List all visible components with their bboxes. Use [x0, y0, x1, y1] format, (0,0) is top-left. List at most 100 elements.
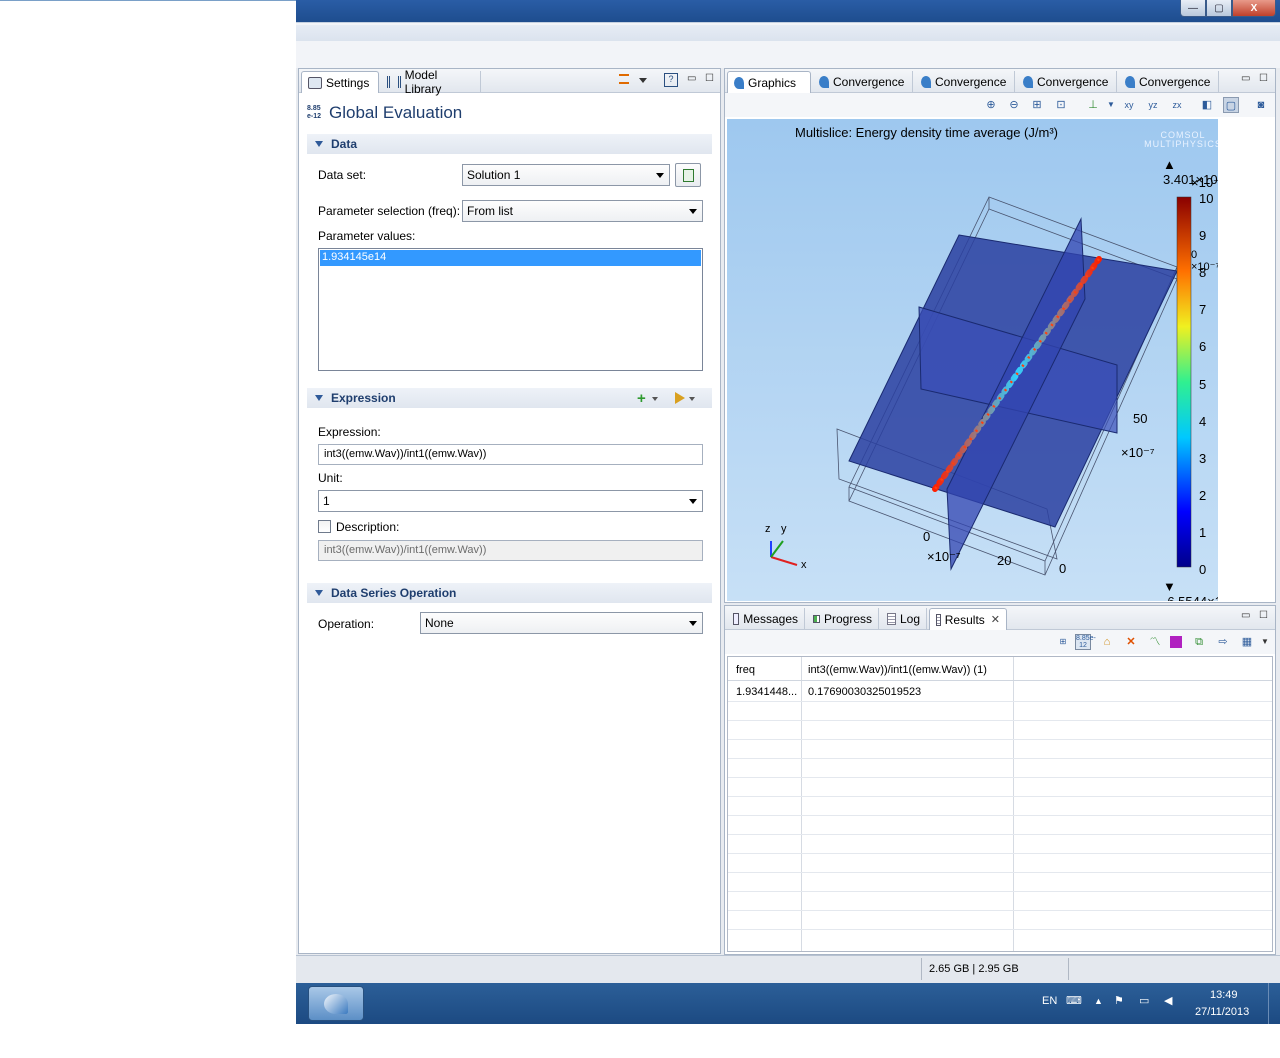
show-hidden-icons[interactable]: ▲: [1094, 996, 1103, 1006]
page-title-row: 8.85 e-12 Global Evaluation: [307, 101, 462, 125]
envelope-icon: [733, 613, 740, 625]
minimize-button[interactable]: —: [1180, 0, 1206, 17]
column-header-expression[interactable]: int3((emw.Wav))/int1((emw.Wav)) (1): [802, 660, 993, 680]
view-xy-icon[interactable]: xy: [1121, 97, 1137, 113]
row-line: [728, 910, 1272, 911]
expression-section-title: Expression: [331, 391, 396, 405]
chevron-down-icon[interactable]: [639, 78, 647, 83]
tab-model-library-label: Model Library: [404, 68, 442, 96]
keyboard-icon[interactable]: ⌨: [1066, 994, 1082, 1007]
triad-x-label: x: [801, 559, 807, 571]
zoom-out-icon[interactable]: ⊖: [1006, 97, 1022, 113]
grid-icon[interactable]: ▦: [1239, 634, 1255, 650]
dataset-select[interactable]: Solution 1: [462, 164, 670, 186]
help-icon[interactable]: ?: [664, 73, 678, 87]
network-icon[interactable]: ▭: [1139, 994, 1149, 1007]
window-title-bar[interactable]: — ▢ X: [296, 0, 1280, 22]
tab-convergence-3[interactable]: Convergence: [1017, 71, 1117, 93]
close-button[interactable]: X: [1232, 0, 1276, 17]
delete-icon[interactable]: ✕: [1123, 634, 1139, 650]
language-indicator[interactable]: EN: [1042, 995, 1057, 1007]
volume-icon[interactable]: ◀: [1164, 994, 1172, 1007]
color-legend-icon[interactable]: [1170, 636, 1182, 648]
tab-model-library[interactable]: Model Library: [381, 68, 481, 96]
chevron-down-icon[interactable]: [689, 397, 695, 401]
graphics-panel: Graphics Convergence Convergence Converg…: [724, 68, 1276, 603]
show-desktop-button[interactable]: [1268, 983, 1280, 1024]
convergence-icon: [819, 76, 829, 88]
tab-convergence-2[interactable]: Convergence: [915, 71, 1015, 93]
chevron-down-icon[interactable]: ▼: [1257, 634, 1273, 650]
chevron-down-icon[interactable]: [652, 397, 658, 401]
plot-canvas[interactable]: Multislice: Energy density time average …: [727, 119, 1218, 601]
maximize-panel-icon[interactable]: ☐: [1259, 73, 1268, 84]
clock-time[interactable]: 13:49: [1210, 989, 1238, 1001]
unit-select[interactable]: 1: [318, 490, 703, 512]
row-line: [728, 701, 1272, 702]
tab-convergence-4[interactable]: Convergence: [1119, 71, 1219, 93]
action-center-flag-icon[interactable]: ⚑: [1114, 994, 1124, 1007]
main-toolbar: [296, 22, 1280, 68]
evaluate-icon[interactable]: 8.85e-12: [1075, 634, 1096, 650]
comsol-taskbar-button[interactable]: [308, 986, 364, 1021]
maximize-panel-icon[interactable]: ☐: [705, 73, 714, 84]
axis-tick-0-right: 0: [1059, 561, 1067, 576]
colorbar-tick: 6: [1199, 339, 1207, 354]
colorbar-tick: 4: [1199, 414, 1207, 429]
row-line: [728, 796, 1272, 797]
description-checkbox[interactable]: [318, 520, 331, 533]
clear-table-icon[interactable]: ⌂: [1099, 634, 1115, 650]
zoom-extents-icon[interactable]: ⊡: [1053, 97, 1069, 113]
results-toolbar: ⊞ 8.85e-12 ⌂ ✕ 〽 ⧉ ⇨ ▦ ▼: [725, 630, 1275, 654]
param-selection-label: Parameter selection (freq):: [318, 204, 461, 218]
view-zx-icon[interactable]: zx: [1169, 97, 1185, 113]
go-to-source-button[interactable]: [675, 163, 701, 187]
tab-messages[interactable]: Messages: [727, 608, 805, 630]
axis-orientation-icon[interactable]: ⊥: [1085, 97, 1101, 113]
export-icon[interactable]: ⇨: [1215, 634, 1231, 650]
table-graph-icon[interactable]: 〽: [1147, 634, 1163, 650]
minimize-panel-icon[interactable]: ▭: [687, 73, 696, 84]
tab-convergence-1[interactable]: Convergence: [813, 71, 913, 93]
cell-value: 0.17690030325019523: [808, 686, 922, 698]
data-section-header[interactable]: Data: [307, 134, 712, 154]
plot-svg: [770, 196, 1192, 576]
replace-expression-icon[interactable]: [675, 392, 685, 404]
tab-progress[interactable]: Progress: [807, 608, 879, 630]
minimize-panel-icon[interactable]: ▭: [1241, 73, 1250, 84]
data-series-section-header[interactable]: Data Series Operation: [307, 583, 712, 603]
full-precision-icon[interactable]: ⊞: [1055, 634, 1071, 650]
zoom-in-icon[interactable]: ⊕: [983, 97, 999, 113]
table-row[interactable]: 1.9341448... 0.17690030325019523: [728, 681, 1272, 701]
transparency-icon[interactable]: ◧: [1199, 97, 1215, 113]
chevron-down-icon: [689, 209, 697, 214]
chevron-down-icon: [656, 173, 664, 178]
close-tab-icon[interactable]: ✕: [991, 613, 1000, 626]
param-selection-select[interactable]: From list: [462, 200, 703, 222]
results-table: freq int3((emw.Wav))/int1((emw.Wav)) (1)…: [727, 656, 1273, 952]
tab-graphics[interactable]: Graphics: [727, 71, 811, 93]
tab-log[interactable]: Log: [881, 608, 927, 630]
add-expression-icon[interactable]: +: [637, 390, 646, 407]
list-item[interactable]: 1.934145e14: [320, 250, 701, 266]
clock-date[interactable]: 27/11/2013: [1195, 1006, 1249, 1018]
maximize-button[interactable]: ▢: [1206, 0, 1232, 17]
panel-menu-icon[interactable]: [619, 74, 629, 84]
minimize-panel-icon[interactable]: ▭: [1241, 610, 1250, 621]
zoom-box-icon[interactable]: ⊞: [1029, 97, 1045, 113]
view-yz-icon[interactable]: yz: [1145, 97, 1161, 113]
tab-results[interactable]: Results ✕: [929, 608, 1007, 630]
settings-panel: Settings Model Library ? ▭ ☐ 8.85 e-12 G…: [298, 68, 721, 954]
tab-settings[interactable]: Settings: [301, 71, 379, 93]
operation-select[interactable]: None: [420, 612, 703, 634]
expression-input[interactable]: int3((emw.Wav))/int1((emw.Wav)): [318, 444, 703, 465]
column-header-freq[interactable]: freq: [730, 660, 761, 680]
param-values-list[interactable]: 1.934145e14: [318, 248, 703, 371]
camera-icon[interactable]: ◙: [1253, 97, 1269, 113]
copy-table-icon[interactable]: ⧉: [1191, 634, 1207, 650]
chevron-down-icon[interactable]: ▼: [1103, 97, 1119, 113]
expression-section-header[interactable]: Expression +: [307, 388, 712, 408]
triad-y-label: y: [781, 523, 787, 535]
scene-light-icon[interactable]: ▢: [1223, 97, 1239, 113]
maximize-panel-icon[interactable]: ☐: [1259, 610, 1268, 621]
